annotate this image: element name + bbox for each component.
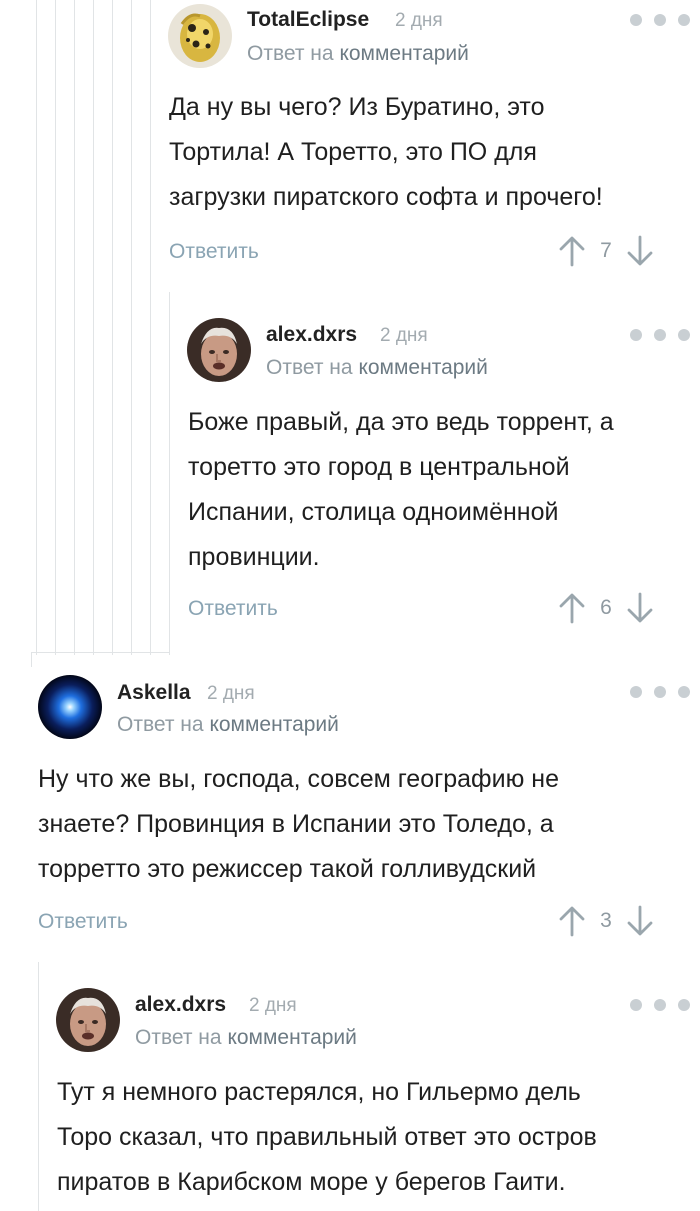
comment-line: Торо сказал, что правильный ответ это ос… [57, 1123, 597, 1151]
man-face-icon [56, 988, 120, 1052]
comment-line: провинции. [188, 543, 320, 571]
thread-line [93, 0, 94, 655]
vote-widget: 3 [558, 905, 654, 937]
thread-line [36, 0, 37, 655]
reply-to: Ответ на комментарий [247, 42, 469, 66]
reply-button[interactable]: Ответить [188, 597, 278, 621]
reply-to: Ответ на комментарий [135, 1026, 357, 1050]
reply-button[interactable]: Ответить [38, 910, 128, 934]
rating-count: 3 [600, 909, 612, 932]
thread-line [131, 0, 132, 655]
more-dots-icon[interactable] [630, 325, 690, 345]
reply-to-prefix: Ответ на [135, 1026, 222, 1049]
comment-line: Ну что же вы, господа, совсем географию … [38, 765, 559, 793]
author-name[interactable]: alex.dxrs [135, 993, 226, 1017]
reply-to: Ответ на комментарий [117, 713, 339, 737]
reply-to-prefix: Ответ на [117, 713, 204, 736]
avatar[interactable] [56, 988, 120, 1052]
arrow-down-icon[interactable] [626, 235, 654, 267]
reply-to: Ответ на комментарий [266, 356, 488, 380]
comment-line: Боже правый, да это ведь торрент, а [188, 408, 614, 436]
avatar[interactable] [38, 675, 102, 739]
comment-line: торретто это режиссер такой голливудский [38, 855, 537, 883]
thread-line [74, 0, 75, 655]
reply-to-link[interactable]: комментарий [339, 42, 468, 65]
timestamp: 2 дня [207, 683, 255, 704]
comment-line: пиратов в Карибском море у берегов Гаити… [57, 1168, 566, 1196]
comment-line: знаете? Провинция в Испании это Толедо, … [38, 810, 554, 838]
rating-count: 7 [600, 239, 612, 262]
timestamp: 2 дня [380, 325, 428, 346]
more-dots-icon[interactable] [630, 995, 690, 1015]
more-dots-icon[interactable] [630, 10, 690, 30]
reply-button[interactable]: Ответить [169, 240, 259, 264]
reply-to-prefix: Ответ на [266, 356, 353, 379]
avatar[interactable] [168, 4, 232, 68]
avatar[interactable] [187, 318, 251, 382]
arrow-down-icon[interactable] [626, 905, 654, 937]
comment-body: Тут я немного растерялся, но Гильермо де… [57, 1070, 597, 1205]
timestamp: 2 дня [249, 995, 297, 1016]
author-name[interactable]: alex.dxrs [266, 323, 357, 347]
man-face-icon [187, 318, 251, 382]
thread-line [31, 652, 32, 667]
reply-to-prefix: Ответ на [247, 42, 334, 65]
thread-line [169, 292, 170, 655]
comment-line: Тортила! А Торетто, это ПО для [169, 138, 537, 166]
reply-to-link[interactable]: комментарий [358, 356, 487, 379]
comment-line: загрузки пиратского софта и прочего! [169, 183, 603, 211]
timestamp: 2 дня [395, 10, 443, 31]
comment-body: Да ну вы чего? Из Буратино, это Тортила!… [169, 85, 603, 220]
comment-body: Ну что же вы, господа, совсем географию … [38, 757, 559, 892]
comment-line: торетто это город в центральной [188, 453, 570, 481]
vote-widget: 7 [558, 235, 654, 267]
golden-ornament-icon [168, 4, 232, 68]
arrow-up-icon[interactable] [558, 905, 586, 937]
rating-count: 6 [600, 596, 612, 619]
thread-line [38, 962, 39, 1211]
arrow-up-icon[interactable] [558, 592, 586, 624]
comment-line: Тут я немного растерялся, но Гильермо де… [57, 1078, 581, 1106]
blue-glow-icon [38, 675, 102, 739]
arrow-down-icon[interactable] [626, 592, 654, 624]
comment-line: Испании, столица одноимённой [188, 498, 559, 526]
comment-line: Да ну вы чего? Из Буратино, это [169, 93, 545, 121]
author-name[interactable]: Askella [117, 681, 191, 705]
arrow-up-icon[interactable] [558, 235, 586, 267]
thread-line [112, 0, 113, 655]
more-dots-icon[interactable] [630, 682, 690, 702]
vote-widget: 6 [558, 592, 654, 624]
author-name[interactable]: TotalEclipse [247, 8, 369, 32]
thread-connector [31, 652, 170, 653]
comment-body: Боже правый, да это ведь торрент, а торе… [188, 400, 614, 580]
reply-to-link[interactable]: комментарий [227, 1026, 356, 1049]
thread-line [55, 0, 56, 655]
thread-line [150, 0, 151, 655]
reply-to-link[interactable]: комментарий [209, 713, 338, 736]
